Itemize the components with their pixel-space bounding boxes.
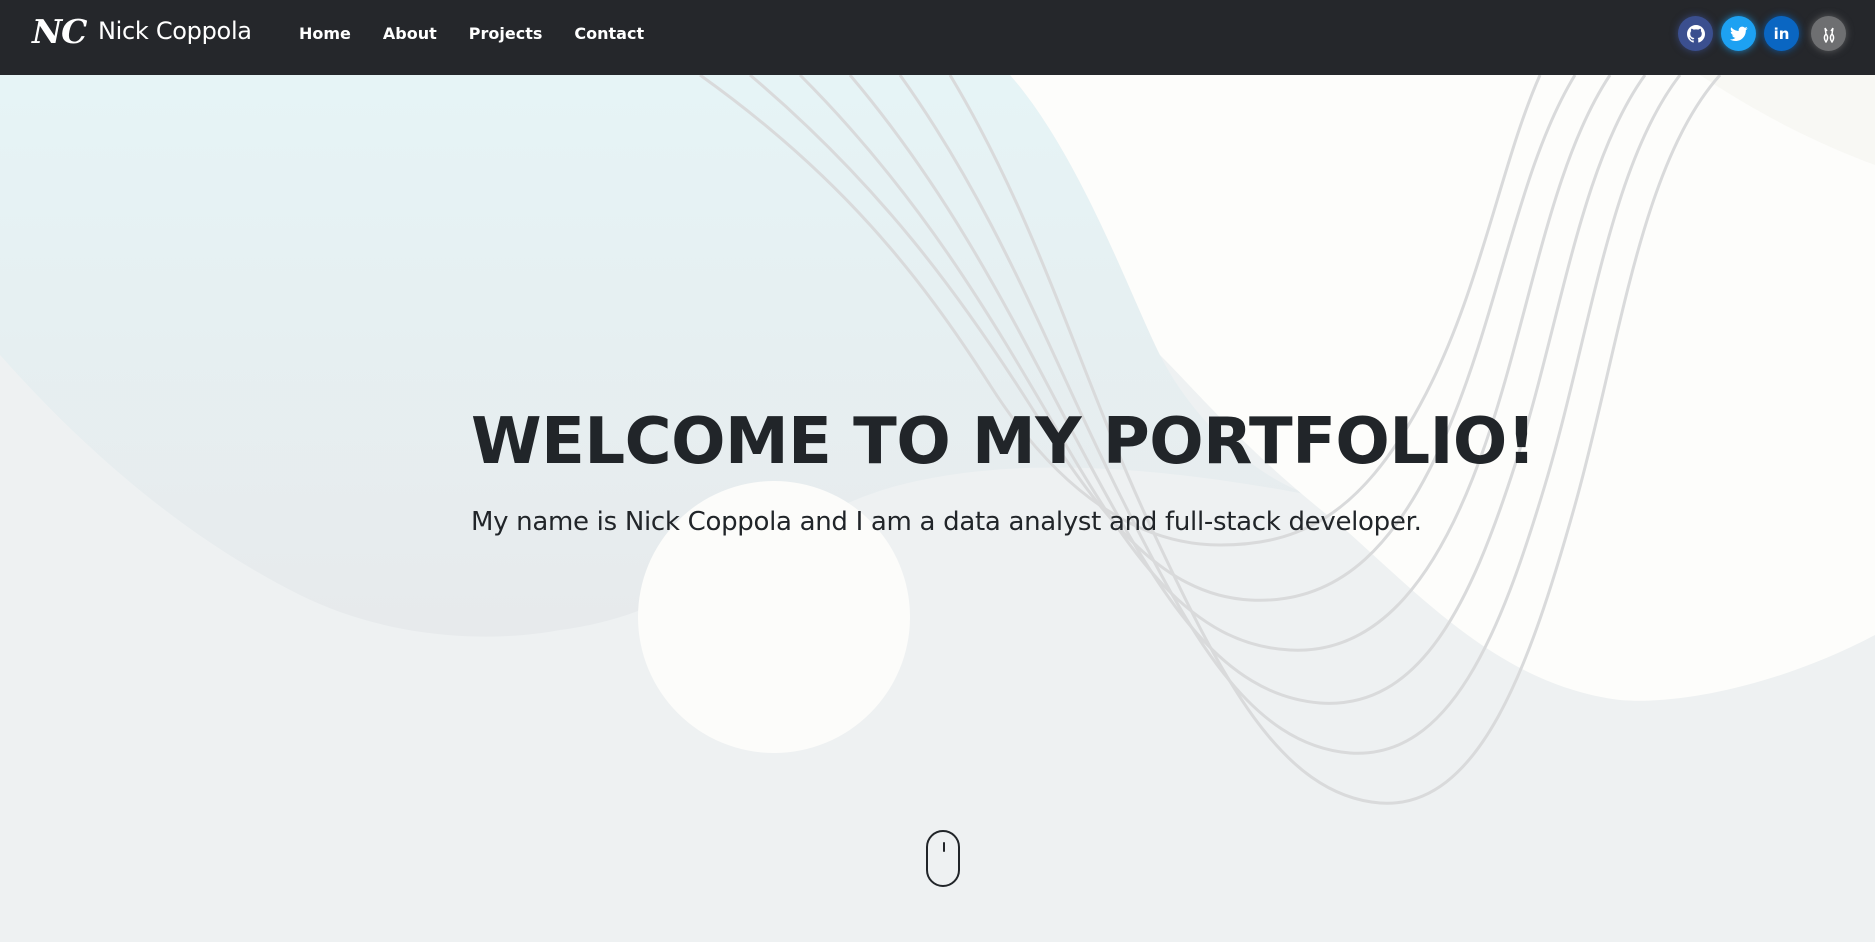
mouse-wheel	[943, 842, 945, 852]
nav-link-contact[interactable]: Contact	[574, 24, 644, 43]
kaggle-icon	[1821, 25, 1837, 43]
brand-logo[interactable]: NC	[32, 12, 87, 51]
hero-title: WELCOME TO MY PORTFOLIO!	[471, 405, 1536, 479]
twitter-button[interactable]	[1721, 16, 1756, 51]
hero-subtitle: My name is Nick Coppola and I am a data …	[471, 507, 1422, 537]
linkedin-button[interactable]: in	[1764, 16, 1799, 51]
brand-name[interactable]: Nick Coppola	[98, 17, 252, 45]
linkedin-icon: in	[1773, 24, 1790, 43]
twitter-icon	[1729, 26, 1748, 42]
navbar: NC Nick Coppola Home About Projects Cont…	[0, 0, 1875, 75]
nav-link-home[interactable]: Home	[299, 24, 351, 43]
nav-links: Home About Projects Contact	[299, 24, 676, 43]
kaggle-button[interactable]	[1811, 16, 1846, 51]
github-icon	[1686, 24, 1705, 43]
github-button[interactable]	[1678, 16, 1713, 51]
nav-link-projects[interactable]: Projects	[469, 24, 543, 43]
hero-section: WELCOME TO MY PORTFOLIO! My name is Nick…	[0, 75, 1875, 942]
nav-link-about[interactable]: About	[383, 24, 437, 43]
scroll-down-mouse-icon[interactable]	[926, 830, 960, 887]
